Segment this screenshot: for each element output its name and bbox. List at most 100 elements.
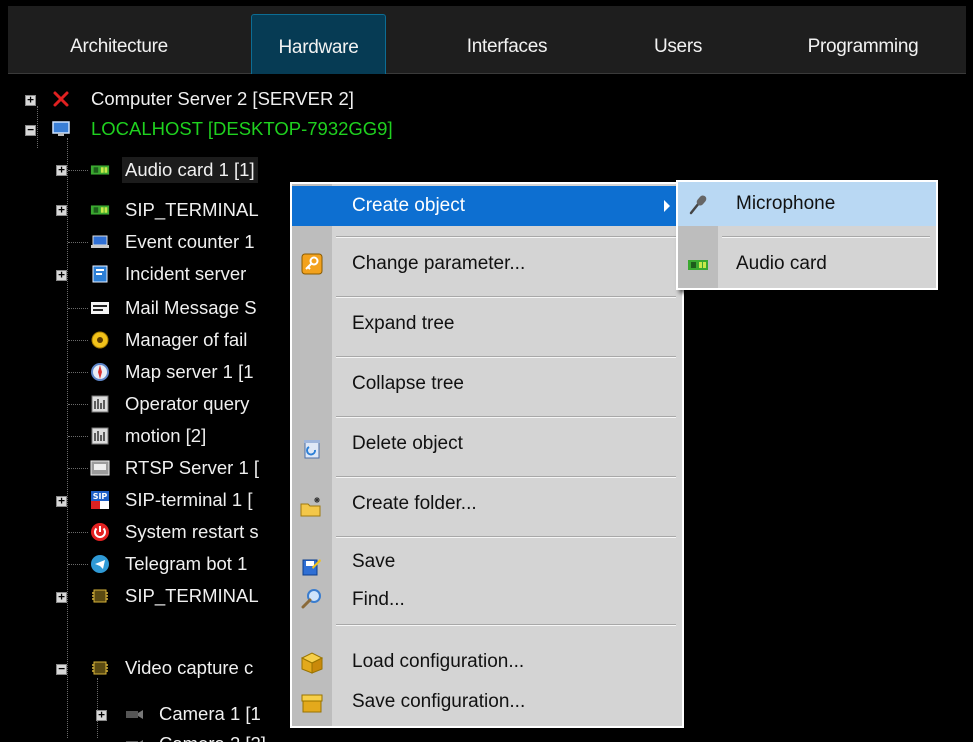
tree-item-audio-card-1[interactable]: Audio card 1 [1]: [122, 155, 258, 185]
manager-gear-icon: [90, 330, 110, 350]
tree-item-label: System restart s: [125, 521, 259, 542]
tree-item-sip-terminal-1[interactable]: SIP-terminal 1 [: [122, 485, 256, 515]
submenu-arrow-icon: [664, 200, 670, 212]
collapse-toggle[interactable]: −: [56, 663, 67, 675]
tab-architecture[interactable]: Architecture: [54, 14, 184, 80]
sip-icon: SIP: [90, 490, 110, 510]
tree-item-camera-1[interactable]: Camera 1 [1: [156, 699, 264, 729]
tree-item-label: SIP-terminal 1 [: [125, 489, 253, 510]
menu-item-label: Create object: [352, 195, 466, 216]
tree-item-label: Manager of fail: [125, 329, 248, 350]
menu-item-save[interactable]: Save: [292, 544, 682, 580]
menu-item-create-folder[interactable]: Create folder...: [292, 484, 682, 524]
menu-item-label: Find...: [352, 589, 405, 610]
save-icon: [299, 554, 325, 580]
tree-item-manager-of-failures[interactable]: Manager of fail: [122, 325, 250, 355]
tree-line: [67, 138, 68, 738]
incident-server-icon: [90, 264, 110, 284]
tree-item-computer-server-2[interactable]: Computer Server 2 [SERVER 2]: [88, 84, 357, 114]
tree-item-video-capture[interactable]: Video capture c: [122, 653, 256, 683]
expand-toggle[interactable]: +: [56, 591, 67, 603]
expand-toggle[interactable]: +: [56, 269, 67, 281]
menu-item-expand-tree[interactable]: Expand tree: [292, 304, 682, 344]
menu-separator: [336, 624, 676, 626]
svg-text:SIP: SIP: [93, 492, 108, 501]
tab-interfaces[interactable]: Interfaces: [442, 14, 572, 80]
tree-line: [37, 106, 38, 148]
tree-item-camera-2[interactable]: Camera 2 [2]: [156, 729, 269, 742]
tree-line: [68, 532, 88, 533]
menu-item-delete-object[interactable]: Delete object: [292, 424, 682, 464]
expand-toggle[interactable]: +: [25, 94, 36, 106]
tree-line: [68, 340, 88, 341]
tree-item-label: SIP_TERMINAL: [125, 199, 259, 220]
menu-item-collapse-tree[interactable]: Collapse tree: [292, 364, 682, 404]
tree-item-mail-message[interactable]: Mail Message S: [122, 293, 260, 323]
audio-card-icon: [90, 200, 110, 220]
tree-item-label: motion [2]: [125, 425, 207, 446]
menu-separator: [336, 416, 676, 418]
tree-item-rtsp-server[interactable]: RTSP Server 1 [: [122, 453, 262, 483]
submenu-item-audio-card[interactable]: Audio card: [678, 242, 936, 286]
tree-item-label: Camera 1 [1: [159, 703, 261, 724]
chip-icon: [90, 658, 110, 678]
tree-item-localhost[interactable]: LOCALHOST [DESKTOP-7932GG9]: [88, 114, 396, 144]
tree-item-sip-terminal[interactable]: SIP_TERMINAL: [122, 195, 262, 225]
tree-item-motion[interactable]: motion [2]: [122, 421, 209, 451]
menu-item-load-configuration[interactable]: Load configuration...: [292, 644, 682, 680]
menu-item-label: Delete object: [352, 433, 463, 454]
tree-item-telegram-bot[interactable]: Telegram bot 1: [122, 549, 250, 579]
expand-toggle[interactable]: +: [56, 164, 67, 176]
collapse-toggle[interactable]: −: [25, 124, 36, 136]
rtsp-server-icon: [90, 458, 110, 478]
tab-hardware[interactable]: Hardware: [251, 14, 386, 80]
tab-users[interactable]: Users: [628, 14, 728, 80]
menu-item-find[interactable]: Find...: [292, 582, 682, 618]
tree-item-map-server[interactable]: Map server 1 [1: [122, 357, 257, 387]
menu-item-label: Load configuration...: [352, 651, 525, 672]
tree-item-label: Event counter 1: [125, 231, 255, 252]
tree-item-label: RTSP Server 1 [: [125, 457, 260, 478]
motion-icon: [90, 426, 110, 446]
audio-card-icon: [90, 160, 110, 180]
tree-item-label: LOCALHOST [DESKTOP-7932GG9]: [91, 118, 393, 139]
menu-item-create-object[interactable]: Create object: [292, 186, 682, 226]
expand-toggle[interactable]: +: [56, 495, 67, 507]
tree-item-operator-query[interactable]: Operator query: [122, 389, 252, 419]
tree-item-system-restart[interactable]: System restart s: [122, 517, 262, 547]
tree-item-event-counter[interactable]: Event counter 1: [122, 227, 258, 257]
expand-toggle[interactable]: +: [56, 204, 67, 216]
tab-bar: Architecture Hardware Interfaces Users P…: [8, 6, 966, 80]
menu-item-label: Change parameter...: [352, 253, 526, 274]
submenu-item-label: Audio card: [736, 253, 827, 274]
microphone-icon: [685, 191, 711, 217]
tree-item-label: SIP_TERMINAL: [125, 585, 259, 606]
telegram-icon: [90, 554, 110, 574]
camera-icon: [124, 704, 144, 724]
error-x-icon: [51, 89, 71, 109]
tree-item-sip-terminal-2[interactable]: SIP_TERMINAL: [122, 581, 262, 611]
tree-line: [68, 468, 88, 469]
submenu-item-microphone[interactable]: Microphone: [678, 182, 936, 226]
context-menu: Create object Change parameter... Expand…: [290, 182, 684, 728]
box-closed-icon: [299, 689, 325, 715]
power-icon: [90, 522, 110, 542]
menu-separator: [336, 356, 676, 358]
box-open-icon: [299, 649, 325, 675]
tree-item-incident-server[interactable]: Incident server: [122, 259, 249, 289]
compass-icon: [90, 362, 110, 382]
expand-toggle[interactable]: +: [96, 709, 107, 721]
key-icon: [299, 251, 325, 277]
menu-item-change-parameter[interactable]: Change parameter...: [292, 244, 682, 284]
magnifier-icon: [299, 586, 325, 612]
menu-item-save-configuration[interactable]: Save configuration...: [292, 684, 682, 720]
chip-icon: [90, 586, 110, 606]
tab-programming[interactable]: Programming: [788, 14, 938, 80]
tree-line: [68, 308, 88, 309]
operator-query-icon: [90, 394, 110, 414]
computer-monitor-icon: [51, 119, 71, 139]
tree-item-label: Camera 2 [2]: [156, 731, 269, 742]
tree-item-label: Map server 1 [1: [125, 361, 254, 382]
tree-item-label: Mail Message S: [125, 297, 257, 318]
create-object-submenu: Microphone Audio card: [676, 180, 938, 290]
